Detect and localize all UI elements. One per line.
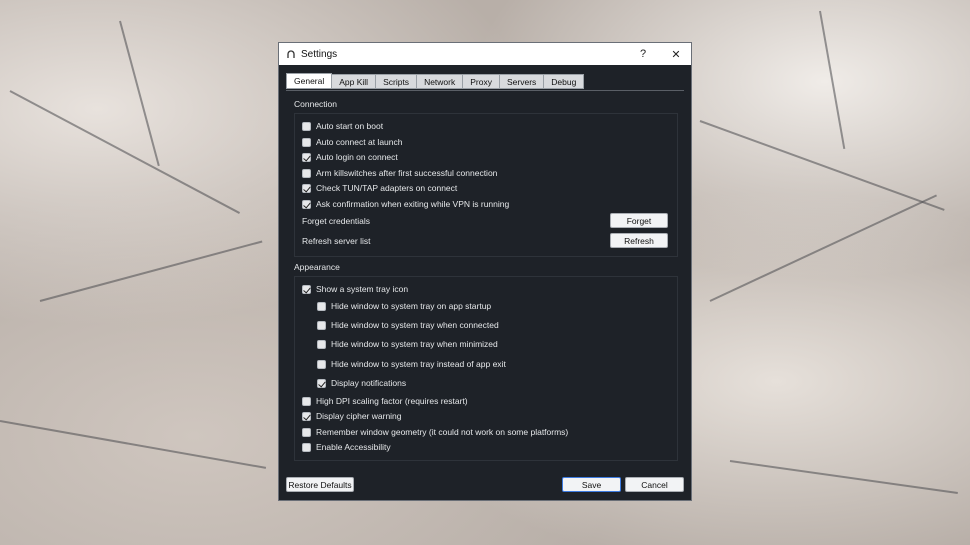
close-button[interactable]: ✕ [661, 43, 691, 65]
display-notifications[interactable]: Display notifications [317, 378, 406, 388]
auto-connect-at-launch-label: Auto connect at launch [316, 137, 403, 147]
hide-when-connected-checkbox[interactable] [317, 320, 326, 330]
connection-section-label: Connection [294, 99, 338, 109]
hide-instead-of-exit-label: Hide window to system tray instead of ap… [331, 359, 506, 369]
tab-app-kill[interactable]: App Kill [332, 74, 377, 89]
remember-window-geometry-label: Remember window geometry (it could not w… [316, 427, 569, 437]
check-tun-tap-checkbox[interactable] [302, 183, 311, 193]
save-button[interactable]: Save [562, 477, 621, 492]
ask-confirmation-exit-label: Ask confirmation when exiting while VPN … [316, 199, 510, 209]
hide-when-minimized-checkbox[interactable] [317, 339, 326, 349]
refresh-server-list-label: Refresh server list [302, 236, 371, 246]
hide-on-startup[interactable]: Hide window to system tray on app startu… [317, 301, 491, 311]
display-notifications-checkbox[interactable] [317, 378, 326, 388]
appearance-section-label: Appearance [294, 262, 340, 272]
background-crack [699, 120, 945, 211]
refresh-button[interactable]: Refresh [610, 233, 668, 248]
remember-window-geometry-checkbox[interactable] [302, 427, 311, 437]
background-crack [9, 90, 241, 214]
background-crack [819, 10, 846, 150]
enable-accessibility-checkbox[interactable] [302, 442, 311, 452]
tab-divider [286, 90, 684, 91]
auto-start-on-boot-label: Auto start on boot [316, 121, 384, 131]
display-cipher-warning-label: Display cipher warning [316, 411, 402, 421]
arm-killswitches-checkbox[interactable] [302, 168, 311, 178]
display-notifications-label: Display notifications [331, 378, 407, 388]
enable-accessibility-label: Enable Accessibility [316, 442, 391, 452]
background-crack [39, 240, 263, 302]
remember-window-geometry[interactable]: Remember window geometry (it could not w… [302, 427, 568, 437]
hide-on-startup-label: Hide window to system tray on app startu… [331, 301, 492, 311]
check-tun-tap-label: Check TUN/TAP adapters on connect [316, 183, 458, 193]
high-dpi-scaling-checkbox[interactable] [302, 396, 311, 406]
auto-start-on-boot[interactable]: Auto start on boot [302, 121, 383, 131]
hide-when-minimized[interactable]: Hide window to system tray when minimize… [317, 339, 498, 349]
restore-defaults-button[interactable]: Restore Defaults [286, 477, 354, 492]
hide-on-startup-checkbox[interactable] [317, 301, 326, 311]
show-system-tray-icon-label: Show a system tray icon [316, 284, 409, 294]
auto-login-on-connect-label: Auto login on connect [316, 152, 398, 162]
forget-credentials-label: Forget credentials [302, 216, 371, 226]
background-crack [0, 420, 267, 469]
auto-login-on-connect[interactable]: Auto login on connect [302, 152, 398, 162]
hide-instead-of-exit[interactable]: Hide window to system tray instead of ap… [317, 359, 506, 369]
background-crack [119, 20, 160, 167]
hide-instead-of-exit-checkbox[interactable] [317, 359, 326, 369]
arm-killswitches[interactable]: Arm killswitches after first successful … [302, 168, 497, 178]
hide-when-connected-label: Hide window to system tray when connecte… [331, 320, 499, 330]
background-crack [729, 460, 958, 495]
display-cipher-warning[interactable]: Display cipher warning [302, 411, 402, 421]
title-bar: Settings ? ✕ [279, 43, 691, 65]
forget-button[interactable]: Forget [610, 213, 668, 228]
tab-debug[interactable]: Debug [544, 74, 585, 89]
show-system-tray-icon-checkbox[interactable] [302, 284, 311, 294]
arm-killswitches-label: Arm killswitches after first successful … [316, 168, 498, 178]
help-button[interactable]: ? [628, 43, 658, 65]
hide-when-connected[interactable]: Hide window to system tray when connecte… [317, 320, 499, 330]
high-dpi-scaling-label: High DPI scaling factor (requires restar… [316, 396, 468, 406]
display-cipher-warning-checkbox[interactable] [302, 411, 311, 421]
tab-servers[interactable]: Servers [499, 74, 545, 89]
auto-login-on-connect-checkbox[interactable] [302, 152, 311, 162]
hide-when-minimized-label: Hide window to system tray when minimize… [331, 339, 498, 349]
tab-general[interactable]: General [286, 73, 333, 89]
auto-connect-at-launch[interactable]: Auto connect at launch [302, 137, 402, 147]
high-dpi-scaling[interactable]: High DPI scaling factor (requires restar… [302, 396, 468, 406]
ask-confirmation-exit[interactable]: Ask confirmation when exiting while VPN … [302, 199, 509, 209]
auto-start-on-boot-checkbox[interactable] [302, 121, 311, 131]
window-title: Settings [301, 48, 338, 60]
show-system-tray-icon[interactable]: Show a system tray icon [302, 284, 408, 294]
cancel-button[interactable]: Cancel [625, 477, 684, 492]
auto-connect-at-launch-checkbox[interactable] [302, 137, 311, 147]
tab-network[interactable]: Network [417, 74, 464, 89]
tab-proxy[interactable]: Proxy [463, 74, 500, 89]
tab-scripts[interactable]: Scripts [376, 74, 418, 89]
ask-confirmation-exit-checkbox[interactable] [302, 199, 311, 209]
enable-accessibility[interactable]: Enable Accessibility [302, 442, 391, 452]
tab-bar: General App Kill Scripts Network Proxy S… [286, 73, 585, 89]
app-icon [287, 50, 295, 58]
check-tun-tap[interactable]: Check TUN/TAP adapters on connect [302, 183, 457, 193]
settings-window: Settings ? ✕ General App Kill Scripts Ne… [278, 42, 692, 501]
background-crack [709, 194, 937, 302]
